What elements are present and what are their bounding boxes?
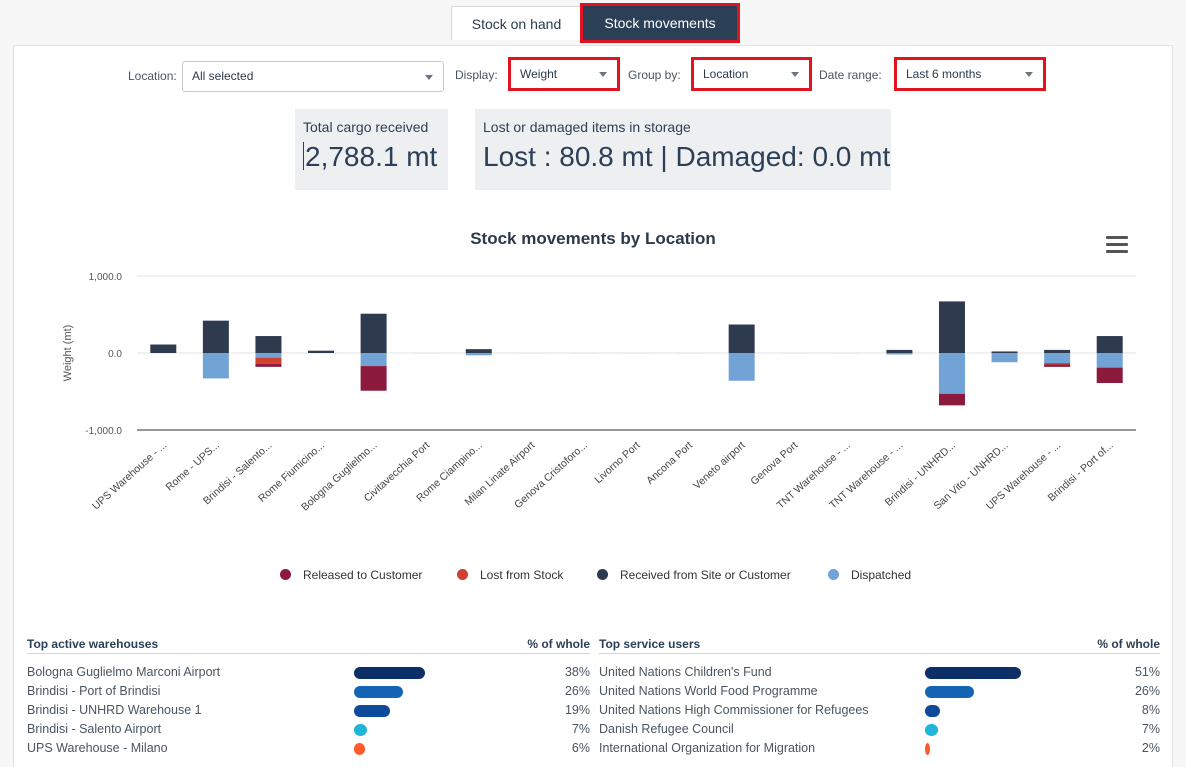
bar-segment[interactable] (728, 324, 755, 353)
bar-segment[interactable] (465, 353, 492, 356)
share-bar (925, 705, 941, 717)
legend-dot (828, 569, 839, 580)
list-item-name: United Nations World Food Programme (599, 684, 818, 698)
divider (27, 653, 590, 654)
y-tick-label: 1,000.0 (89, 272, 123, 283)
share-bar (354, 667, 425, 679)
bar-segment[interactable] (360, 353, 387, 367)
legend-dot (597, 569, 608, 580)
legend-item-dispatched[interactable]: Dispatched (828, 568, 911, 582)
y-tick-label: 0.0 (108, 349, 122, 360)
list-item-name: United Nations High Commissioner for Ref… (599, 703, 869, 717)
top-warehouses-pct-header: % of whole (527, 637, 590, 651)
legend-label: Released to Customer (303, 568, 423, 582)
list-item-pct: 7% (1141, 722, 1160, 736)
list-item-pct: 26% (1134, 684, 1160, 698)
bar-segment[interactable] (255, 363, 282, 367)
list-item-pct: 51% (1134, 665, 1160, 679)
list-item-pct: 26% (564, 684, 590, 698)
legend-dot (457, 569, 468, 580)
top-warehouses-title: Top active warehouses (27, 637, 159, 651)
bar-segment[interactable] (465, 349, 492, 353)
legend-item-lost[interactable]: Lost from Stock (457, 568, 563, 582)
x-tick-label: Genova Port (748, 439, 800, 487)
bar-segment[interactable] (886, 349, 913, 353)
bar-segment[interactable] (991, 351, 1018, 353)
bar-segment[interactable] (202, 353, 229, 379)
list-item-name: Brindisi - UNHRD Warehouse 1 (27, 703, 202, 717)
list-item-pct: 8% (1141, 703, 1160, 717)
legend-item-received[interactable]: Received from Site or Customer (597, 568, 791, 582)
bar-segment[interactable] (1044, 353, 1071, 364)
share-bar (354, 686, 403, 698)
bar-segment[interactable] (623, 352, 650, 354)
share-bar (354, 705, 390, 717)
legend-label: Dispatched (851, 568, 912, 582)
top-users-pct-header: % of whole (1097, 637, 1160, 651)
bar-segment[interactable] (886, 353, 913, 355)
divider (599, 653, 1160, 654)
list-item-name: Brindisi - Port of Brindisi (27, 684, 161, 698)
list-item-name: Bologna Guglielmo Marconi Airport (27, 665, 221, 679)
list-item-name: Danish Refugee Council (599, 722, 734, 736)
bar-segment[interactable] (938, 353, 965, 394)
share-bar (925, 667, 1021, 679)
legend-dot (280, 569, 291, 580)
x-tick-label: Rome - UPS... (164, 439, 222, 493)
bar-segment[interactable] (255, 357, 282, 364)
top-users-title: Top service users (599, 637, 701, 651)
bar-segment[interactable] (728, 353, 755, 381)
bar-segment[interactable] (255, 353, 282, 358)
bar-segment[interactable] (1096, 367, 1123, 384)
list-item-name: Brindisi - Salento Airport (27, 722, 162, 736)
list-item-name: International Organization for Migration (599, 741, 816, 755)
legend-label: Lost from Stock (480, 568, 564, 582)
bar-segment[interactable] (1096, 353, 1123, 368)
legend-label: Received from Site or Customer (620, 568, 791, 582)
list-item-pct: 19% (564, 703, 590, 717)
bar-segment[interactable] (991, 353, 1018, 363)
list-item-name: UPS Warehouse - Milano (27, 741, 168, 755)
share-bar (354, 724, 368, 736)
bar-segment[interactable] (255, 336, 282, 353)
bar-segment[interactable] (938, 301, 965, 353)
list-item-pct: 7% (571, 722, 590, 736)
bar-segment[interactable] (1044, 363, 1071, 365)
list-item-name: United Nations Children's Fund (599, 665, 772, 679)
legend-item-released[interactable]: Released to Customer (280, 568, 422, 582)
bar-segment[interactable] (570, 352, 597, 354)
share-bar (925, 743, 930, 755)
bar-segment[interactable] (360, 366, 387, 391)
list-item-pct: 38% (564, 665, 590, 679)
x-tick-label: UPS Warehouse - ... (90, 439, 169, 512)
list-item-pct: 2% (1141, 741, 1160, 755)
bar-segment[interactable] (1096, 336, 1123, 353)
x-tick-label: Ancona Port (644, 439, 695, 487)
bar-segment[interactable] (781, 352, 808, 354)
list-item-pct: 6% (571, 741, 590, 755)
bar-segment[interactable] (676, 352, 703, 354)
share-bar (925, 686, 974, 698)
bar-segment[interactable] (308, 350, 335, 353)
bar-segment[interactable] (360, 313, 387, 353)
y-axis-label: Weight (mt) (62, 325, 74, 382)
bar-segment[interactable] (518, 352, 545, 354)
stock-movements-chart: 1,000.0 0.0 -1,000.0 Weight (mt) UPS Warehou… (62, 272, 1136, 513)
x-tick-label: Livorno Port (592, 439, 642, 486)
y-tick-label: -1,000.0 (85, 426, 122, 437)
bar-segment[interactable] (150, 344, 177, 353)
bar-segment[interactable] (1044, 349, 1071, 353)
bar-segment[interactable] (1044, 364, 1071, 367)
x-tick-label: Veneto airport (691, 439, 748, 492)
bar-segment[interactable] (938, 393, 965, 406)
bar-segment[interactable] (202, 320, 229, 353)
bar-segment[interactable] (833, 352, 860, 354)
bar-segment[interactable] (413, 352, 440, 354)
